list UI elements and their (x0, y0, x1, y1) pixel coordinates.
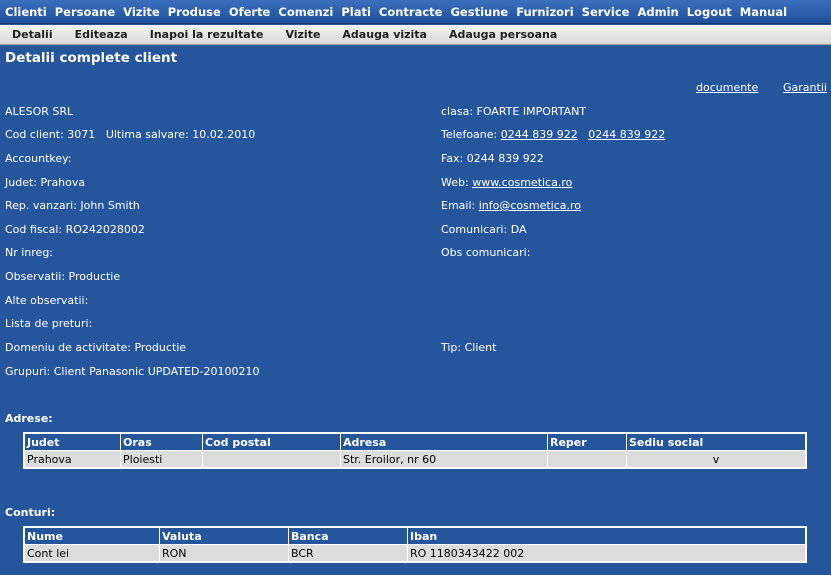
grupuri: Grupuri: Client Panasonic UPDATED-201002… (5, 365, 260, 378)
menu-produse[interactable]: Produse (168, 5, 221, 19)
telefoane-label: Telefoane: (441, 128, 498, 141)
obs-comunicari: Obs comunicari: (441, 246, 531, 259)
table-cell (202, 450, 341, 468)
web-row: Web: www.cosmetica.ro (441, 176, 572, 189)
submenu-vizite[interactable]: Vizite (285, 28, 320, 41)
column-header: Oras (120, 433, 203, 451)
web-label: Web: (441, 176, 469, 189)
column-header: Sediu social (626, 433, 806, 451)
conturi-table: Nume Valuta Banca Iban Cont lei RON BCR … (23, 526, 807, 563)
adrese-title: Adrese: (5, 412, 53, 425)
telefon-1-link[interactable]: 0244 839 922 (501, 128, 578, 141)
table-cell: Ploiesti (120, 450, 203, 468)
web-link[interactable]: www.cosmetica.ro (472, 176, 572, 189)
conturi-header-row: Nume Valuta Banca Iban (24, 527, 806, 545)
column-header: Nume (24, 527, 160, 545)
menu-logout[interactable]: Logout (687, 5, 732, 19)
cod-client-row: Cod client: 3071 Ultima salvare: 10.02.2… (5, 128, 255, 141)
judet: Judet: Prahova (5, 176, 86, 189)
accountkey: Accountkey: (5, 152, 72, 165)
nr-inreg: Nr inreg: (5, 246, 54, 259)
alte-observatii: Alte observatii: (5, 294, 89, 307)
menu-comenzi[interactable]: Comenzi (278, 5, 333, 19)
column-header: Cod postal (202, 433, 341, 451)
sub-menu: Detalii Editeaza Inapoi la rezultate Viz… (0, 25, 831, 45)
domeniu-activitate: Domeniu de activitate: Productie (5, 341, 187, 354)
menu-persoane[interactable]: Persoane (55, 5, 115, 19)
cod-fiscal: Cod fiscal: RO242028002 (5, 223, 145, 236)
submenu-editeaza[interactable]: Editeaza (75, 28, 128, 41)
table-cell (547, 450, 627, 468)
column-header: Judet (24, 433, 121, 451)
client-name: ALESOR SRL (5, 105, 74, 118)
conturi-title: Conturi: (5, 506, 56, 519)
observatii: Observatii: Productie (5, 270, 121, 283)
menu-oferte[interactable]: Oferte (229, 5, 271, 19)
table-row: Prahova Ploiesti Str. Eroilor, nr 60 v (24, 450, 806, 468)
menu-plati[interactable]: Plati (341, 5, 371, 19)
submenu-inapoi[interactable]: Inapoi la rezultate (150, 28, 264, 41)
table-cell: RO 1180343422 002 (407, 544, 806, 562)
garantii-link[interactable]: Garantii (783, 81, 827, 94)
table-row: Cont lei RON BCR RO 1180343422 002 (24, 544, 806, 562)
menu-clienti[interactable]: Clienti (5, 5, 47, 19)
menu-manual[interactable]: Manual (740, 5, 787, 19)
table-cell: BCR (288, 544, 408, 562)
menu-furnizori[interactable]: Furnizori (516, 5, 573, 19)
submenu-adauga-persoana[interactable]: Adauga persoana (449, 28, 557, 41)
table-cell: RON (159, 544, 289, 562)
menu-vizite[interactable]: Vizite (123, 5, 160, 19)
column-header: Valuta (159, 527, 289, 545)
column-header: Iban (407, 527, 806, 545)
column-header: Reper (547, 433, 627, 451)
email-row: Email: info@cosmetica.ro (441, 199, 581, 212)
email-label: Email: (441, 199, 476, 212)
column-header: Banca (288, 527, 408, 545)
email-link[interactable]: info@cosmetica.ro (479, 199, 581, 212)
menu-service[interactable]: Service (582, 5, 630, 19)
clasa: clasa: FOARTE IMPORTANT (441, 105, 587, 118)
lista-preturi: Lista de preturi: (5, 317, 93, 330)
telefon-2-link[interactable]: 0244 839 922 (588, 128, 665, 141)
adrese-table: Judet Oras Cod postal Adresa Reper Sediu… (23, 432, 807, 469)
tip: Tip: Client (441, 341, 497, 354)
main-menu: Clienti Persoane Vizite Produse Oferte C… (0, 0, 831, 24)
menu-contracte[interactable]: Contracte (379, 5, 443, 19)
table-cell: Str. Eroilor, nr 60 (340, 450, 548, 468)
documente-link[interactable]: documente (696, 81, 758, 94)
column-header: Adresa (340, 433, 548, 451)
submenu-adauga-vizita[interactable]: Adauga vizita (342, 28, 427, 41)
fax: Fax: 0244 839 922 (441, 152, 544, 165)
table-cell: Prahova (24, 450, 121, 468)
page-title: Detalii complete client (5, 50, 178, 66)
ultima-salvare: Ultima salvare: 10.02.2010 (105, 128, 256, 141)
cod-client: Cod client: 3071 (5, 128, 96, 141)
menu-gestiune[interactable]: Gestiune (450, 5, 508, 19)
telefoane-row: Telefoane: 0244 839 922 0244 839 922 (441, 128, 665, 141)
rep-vanzari: Rep. vanzari: John Smith (5, 199, 140, 212)
submenu-detalii[interactable]: Detalii (12, 28, 53, 41)
table-cell: v (626, 450, 806, 468)
menu-admin[interactable]: Admin (637, 5, 678, 19)
comunicari: Comunicari: DA (441, 223, 527, 236)
table-cell: Cont lei (24, 544, 160, 562)
adrese-header-row: Judet Oras Cod postal Adresa Reper Sediu… (24, 433, 806, 451)
